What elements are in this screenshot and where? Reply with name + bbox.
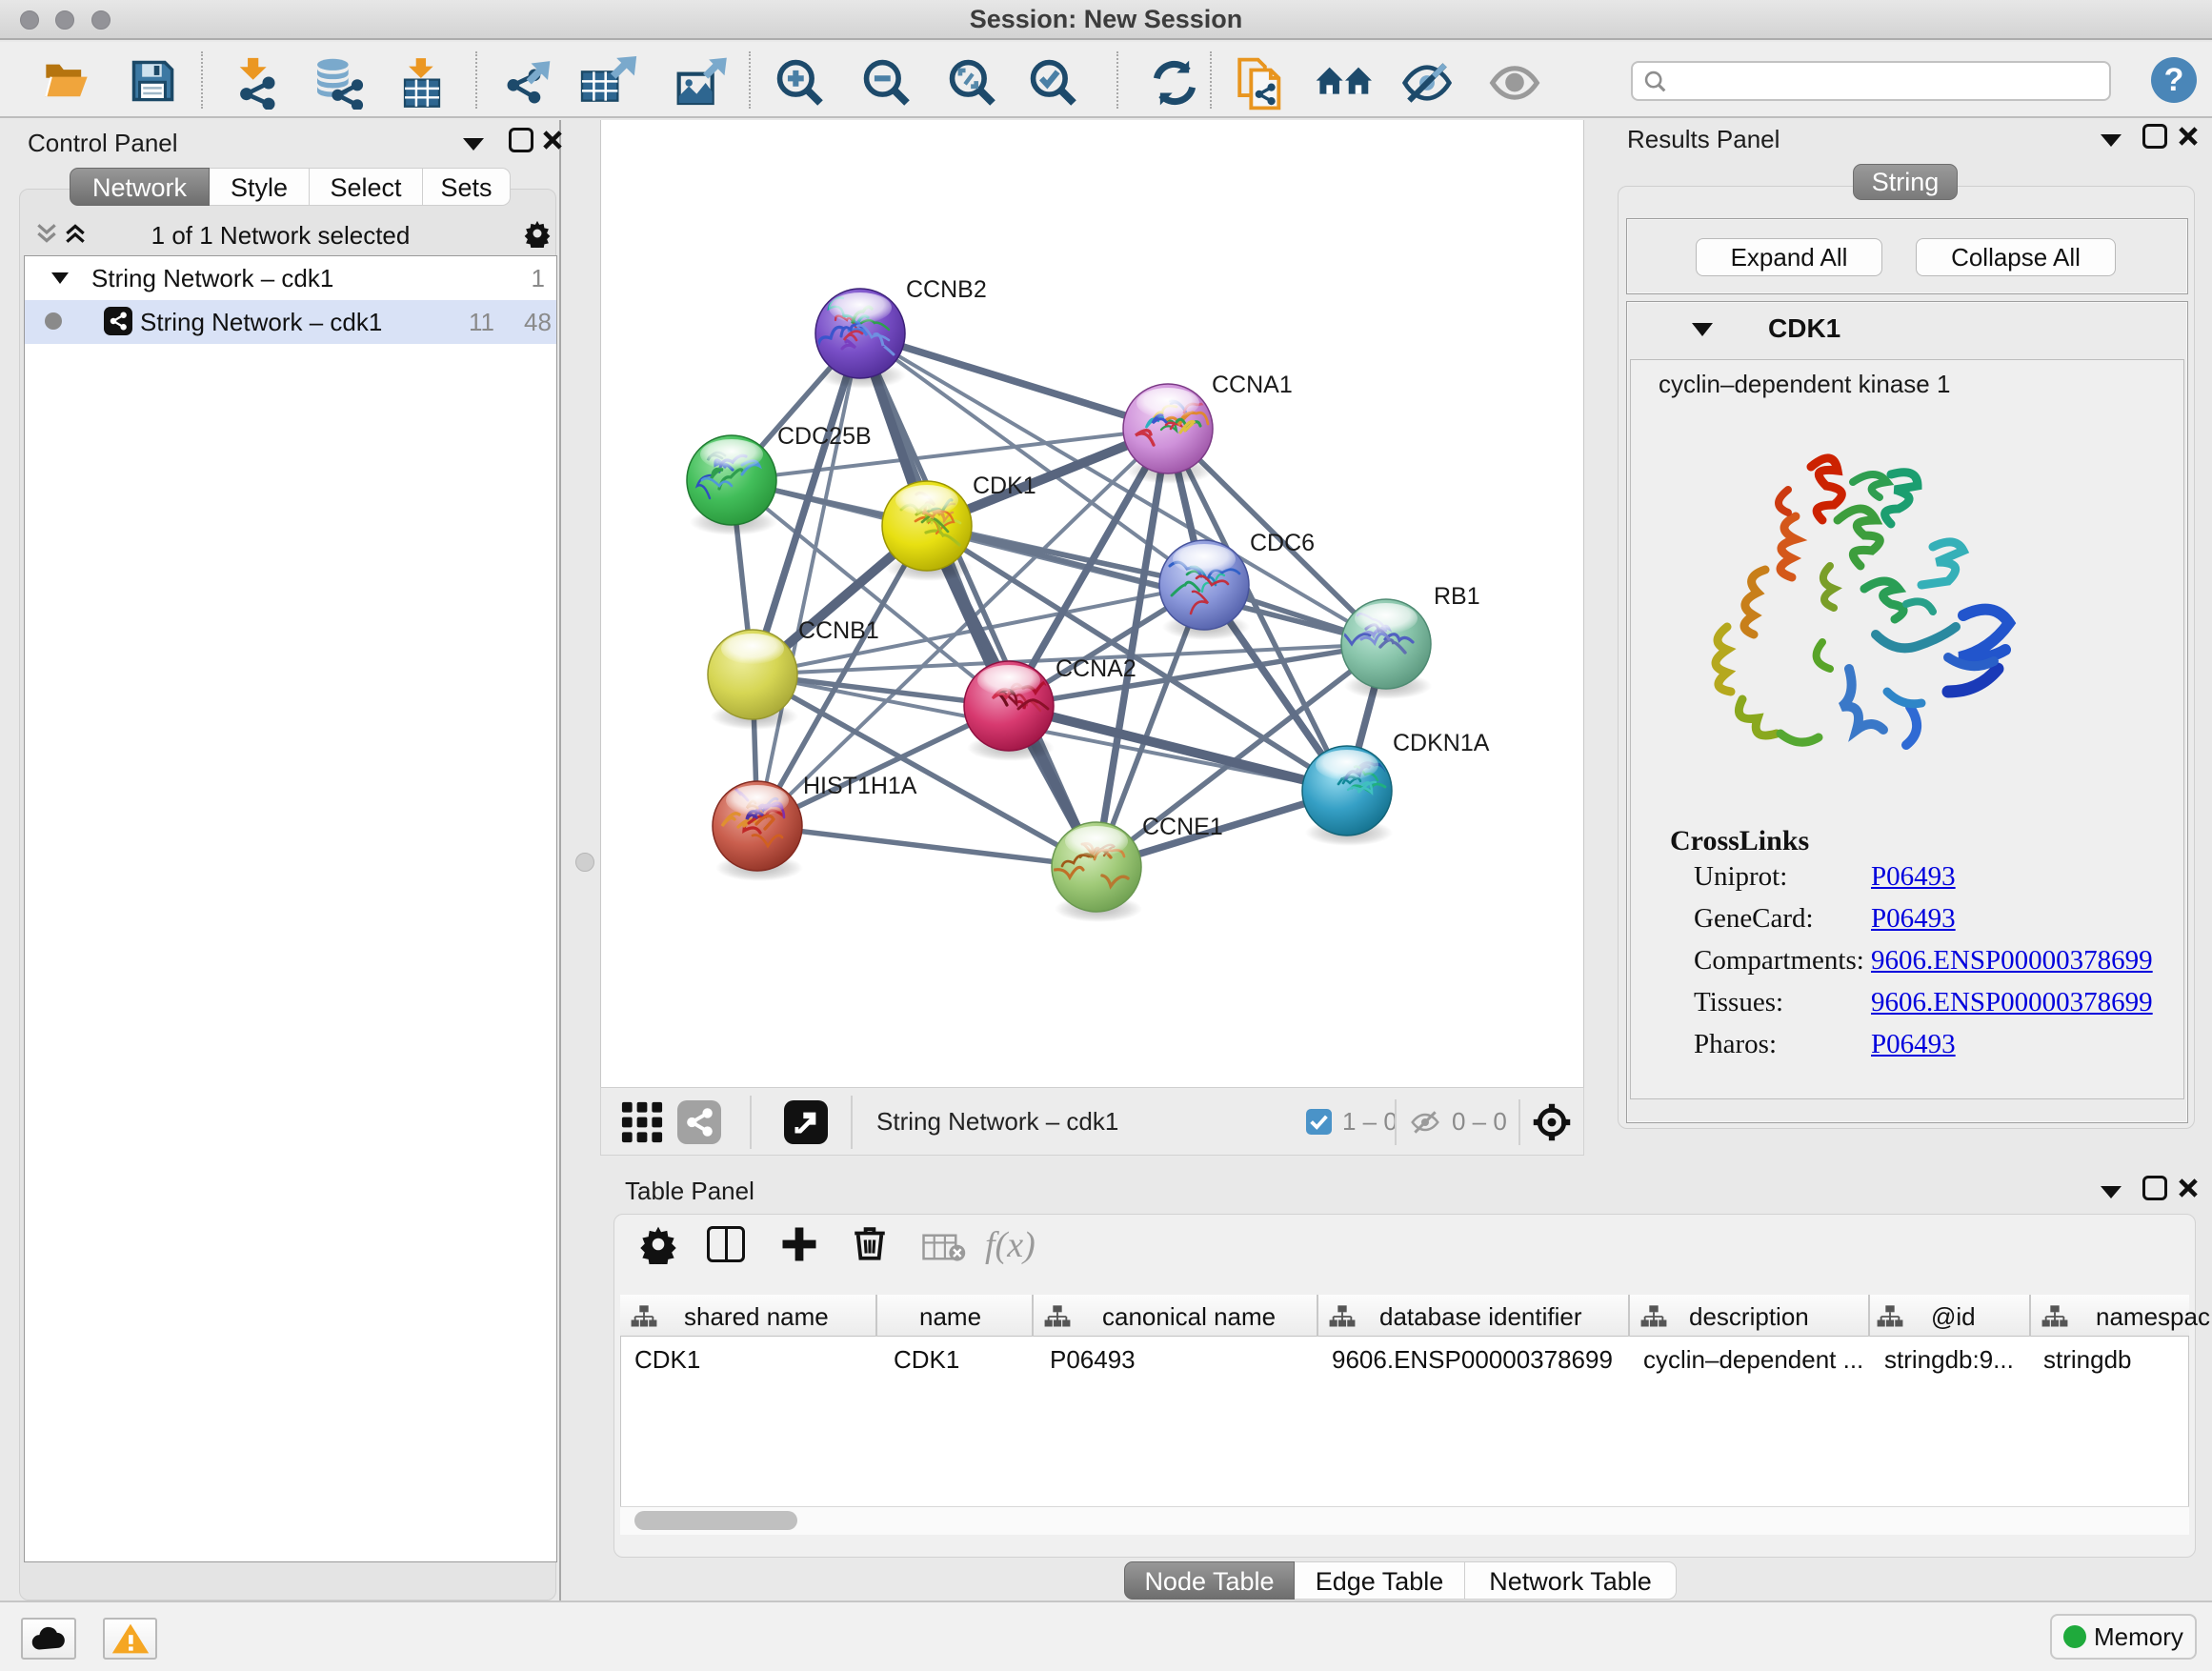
svg-text:CDK1: CDK1	[973, 473, 1036, 499]
svg-text:RB1: RB1	[1434, 583, 1480, 610]
svg-text:CCNB2: CCNB2	[906, 276, 987, 303]
svg-text:CDC6: CDC6	[1250, 530, 1315, 556]
svg-text:CDC25B: CDC25B	[777, 423, 872, 450]
svg-text:HIST1H1A: HIST1H1A	[803, 773, 917, 799]
svg-text:CCNA2: CCNA2	[1056, 655, 1136, 682]
svg-text:CCNA1: CCNA1	[1212, 372, 1293, 398]
svg-text:CDKN1A: CDKN1A	[1393, 730, 1490, 756]
svg-text:CCNB1: CCNB1	[798, 617, 879, 644]
svg-text:CCNE1: CCNE1	[1142, 814, 1223, 840]
